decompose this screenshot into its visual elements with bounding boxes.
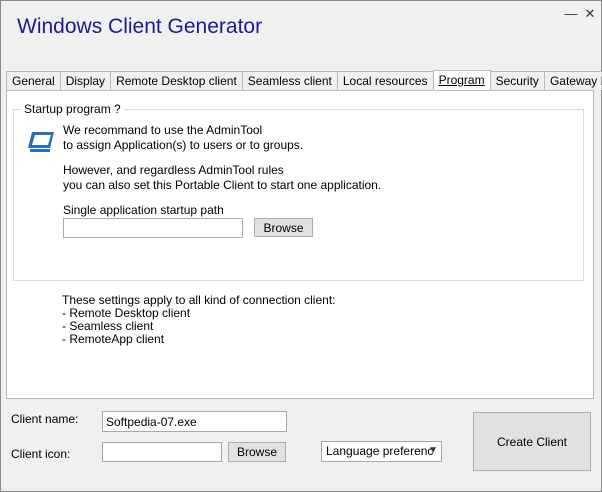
language-select[interactable]: Language preferenc ▼	[321, 441, 442, 462]
language-select-value: Language preferenc	[326, 444, 434, 458]
note-item-remote-desktop: - Remote Desktop client	[62, 306, 191, 320]
close-button[interactable]: ✕	[583, 5, 597, 23]
window-title: Windows Client Generator	[17, 15, 263, 38]
app-window: Windows Client Generator — ✕ General Dis…	[0, 0, 602, 492]
client-icon-label: Client icon:	[11, 447, 71, 461]
create-client-button[interactable]: Create Client	[473, 412, 591, 471]
chevron-down-icon: ▼	[428, 445, 438, 456]
note-item-remoteapp: - RemoteApp client	[62, 332, 165, 346]
startup-program-label: Startup program ?	[21, 102, 124, 116]
startup-path-browse-button[interactable]: Browse	[254, 218, 313, 237]
tab-general[interactable]: General	[6, 71, 61, 90]
startup-program-group: Startup program ? We recommand to use th…	[13, 102, 584, 281]
tab-security[interactable]: Security	[489, 71, 545, 90]
startup-path-input[interactable]	[63, 218, 243, 238]
startup-path-label: Single application startup path	[63, 203, 224, 217]
client-name-label: Client name:	[11, 412, 79, 426]
note-title: These settings apply to all kind of conn…	[62, 293, 336, 307]
recommend-text-1: We recommand to use the AdminTool	[63, 123, 263, 137]
recommend-text-2: to assign Application(s) to users or to …	[63, 138, 304, 152]
note-item-seamless: - Seamless client	[62, 319, 154, 333]
tab-display[interactable]: Display	[59, 71, 112, 90]
client-icon-input[interactable]	[102, 442, 222, 462]
tab-gateway-portal[interactable]: Gateway Portal	[543, 71, 602, 90]
minimize-button[interactable]: —	[564, 5, 578, 23]
program-tab-panel: Startup program ? We recommand to use th…	[6, 90, 594, 399]
tab-program[interactable]: Program	[432, 70, 491, 91]
tab-seamless-client[interactable]: Seamless client	[241, 71, 338, 90]
however-text-2: you can also set this Portable Client to…	[63, 178, 382, 192]
client-name-input[interactable]	[102, 411, 287, 432]
however-text-1: However, and regardless AdminTool rules	[63, 163, 284, 177]
monitor-icon	[28, 132, 54, 152]
tab-remote-desktop-client[interactable]: Remote Desktop client	[110, 71, 243, 90]
client-icon-browse-button[interactable]: Browse	[228, 442, 286, 462]
tab-strip: General Display Remote Desktop client Se…	[6, 70, 602, 91]
tab-local-resources[interactable]: Local resources	[336, 71, 434, 90]
